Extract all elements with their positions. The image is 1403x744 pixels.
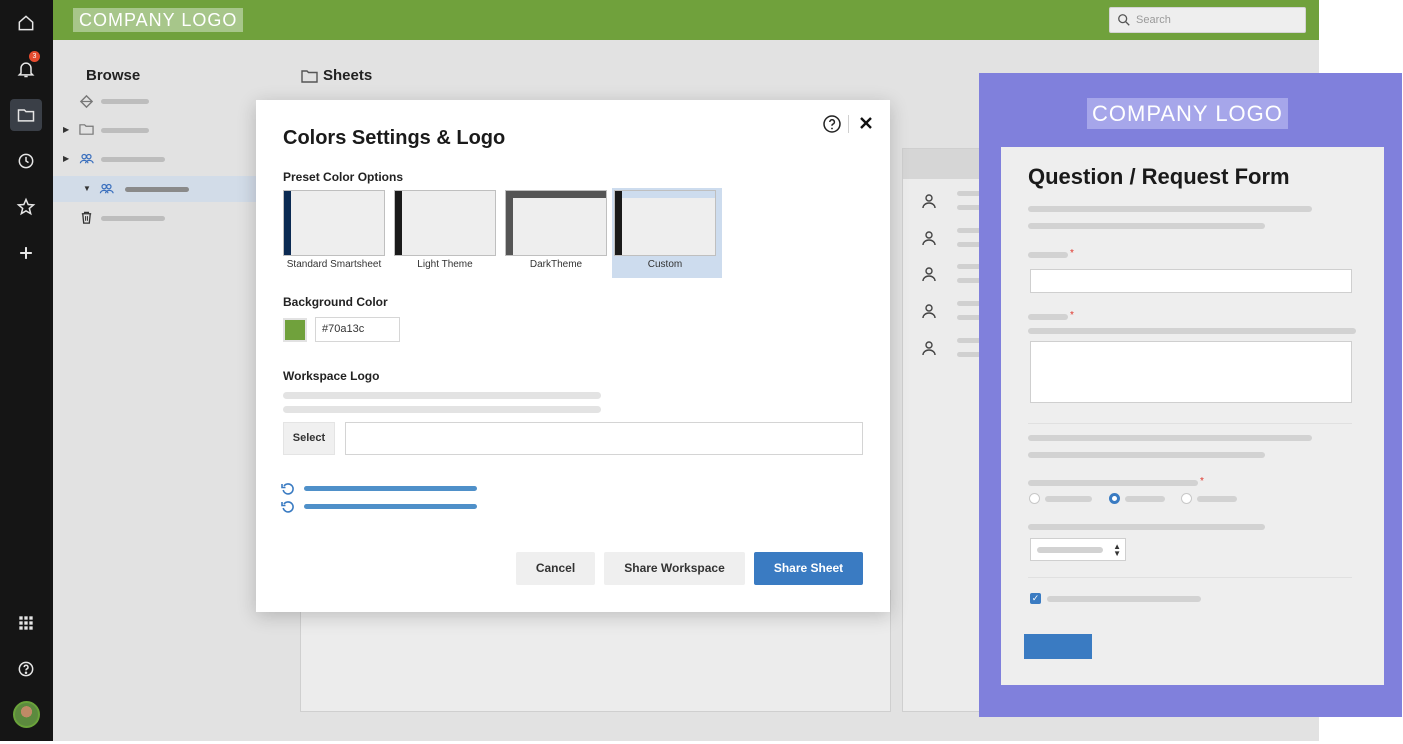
caret-right-icon[interactable]: ▶ — [63, 125, 69, 134]
preset-custom[interactable]: Custom — [612, 188, 722, 278]
close-icon[interactable] — [857, 114, 875, 132]
preset-label: Light Theme — [417, 259, 473, 270]
text-field[interactable] — [1030, 269, 1352, 293]
share-workspace-button[interactable]: Share Workspace — [604, 552, 745, 585]
colors-settings-dialog: Colors Settings & Logo Preset Color Opti… — [256, 100, 890, 612]
form-title: Question / Request Form — [1028, 164, 1290, 189]
textarea-field[interactable] — [1030, 341, 1352, 403]
folder-icon — [301, 70, 318, 83]
reset-link[interactable] — [304, 504, 477, 509]
required-asterisk: * — [1070, 248, 1074, 259]
bell-icon[interactable]: 3 — [10, 51, 42, 85]
caret-right-icon[interactable]: ▶ — [63, 154, 69, 163]
cancel-button[interactable]: Cancel — [516, 552, 595, 585]
plus-icon[interactable] — [10, 237, 42, 269]
search-icon — [1118, 14, 1130, 26]
clock-icon[interactable] — [10, 145, 42, 177]
required-asterisk: * — [1070, 310, 1074, 321]
folder-icon — [79, 124, 94, 135]
color-swatch[interactable] — [283, 318, 307, 342]
preset-standard-smartsheet[interactable]: Standard Smartsheet — [281, 188, 391, 278]
form-card: Question / Request Form * * * ▲ ▼ ✓ — [1001, 147, 1384, 685]
top-header: COMPANY LOGO Search — [53, 0, 1319, 40]
person-icon — [922, 341, 936, 356]
search-input[interactable]: Search — [1109, 7, 1306, 33]
preset-label: Custom — [647, 259, 683, 270]
workspace-people-icon — [79, 153, 94, 164]
search-placeholder: Search — [1136, 14, 1171, 26]
workspace-people-icon — [99, 183, 114, 194]
preset-label: DarkTheme — [529, 259, 583, 270]
person-icon — [922, 267, 936, 282]
select-file-button[interactable]: Select — [283, 422, 335, 455]
tree-item-selected[interactable]: ▼ — [53, 176, 256, 202]
contacts-panel — [902, 148, 982, 712]
trash-icon — [81, 211, 92, 224]
radio-option[interactable] — [1181, 493, 1192, 504]
select-arrows-icon: ▲ ▼ — [1113, 542, 1121, 558]
star-icon[interactable] — [10, 191, 42, 223]
reset-icon[interactable] — [281, 500, 295, 514]
folder-icon[interactable] — [10, 99, 42, 131]
tree-item-trash[interactable] — [53, 205, 256, 231]
diamond-icon — [79, 94, 94, 109]
preset-light-theme[interactable]: Light Theme — [392, 188, 502, 278]
dropdown-select[interactable]: ▲ ▼ — [1030, 538, 1126, 561]
tree-item[interactable] — [53, 88, 256, 114]
tree-item[interactable]: ▶ — [53, 117, 256, 143]
background-color-label: Background Color — [283, 295, 388, 309]
person-icon — [922, 194, 936, 209]
person-icon — [922, 304, 936, 319]
person-icon — [922, 231, 936, 246]
logo-file-input[interactable] — [345, 422, 863, 455]
radio-option[interactable] — [1029, 493, 1040, 504]
help-icon[interactable] — [822, 114, 842, 134]
dialog-title: Colors Settings & Logo — [283, 127, 506, 149]
sheets-title: Sheets — [323, 67, 373, 84]
checkbox-checked[interactable]: ✓ — [1030, 593, 1041, 604]
required-asterisk: * — [1200, 476, 1204, 487]
form-preview: COMPANY LOGO Question / Request Form * *… — [979, 73, 1402, 717]
company-logo: COMPANY LOGO — [73, 8, 244, 32]
workspace-logo-label: Workspace Logo — [283, 369, 380, 383]
preset-label: Standard Smartsheet — [286, 259, 382, 270]
form-submit-button[interactable] — [1024, 634, 1092, 659]
preset-color-label: Preset Color Options — [283, 170, 404, 184]
help-icon[interactable] — [10, 653, 42, 685]
reset-link[interactable] — [304, 486, 477, 491]
tree-item[interactable]: ▶ — [53, 146, 256, 172]
form-company-logo: COMPANY LOGO — [1087, 98, 1288, 129]
preset-dark-theme[interactable]: DarkTheme — [503, 188, 613, 278]
nav-rail: 3 — [0, 0, 53, 741]
notification-badge: 3 — [29, 51, 40, 62]
browse-title: Browse — [86, 67, 141, 84]
radio-option-selected[interactable] — [1109, 493, 1120, 504]
reset-icon[interactable] — [281, 482, 295, 496]
caret-down-icon[interactable]: ▼ — [83, 184, 91, 193]
home-icon[interactable] — [10, 7, 42, 39]
share-sheet-button[interactable]: Share Sheet — [754, 552, 863, 585]
avatar[interactable] — [13, 701, 40, 728]
hex-color-input[interactable]: #70a13c — [315, 317, 400, 342]
apps-grid-icon[interactable] — [10, 607, 42, 639]
